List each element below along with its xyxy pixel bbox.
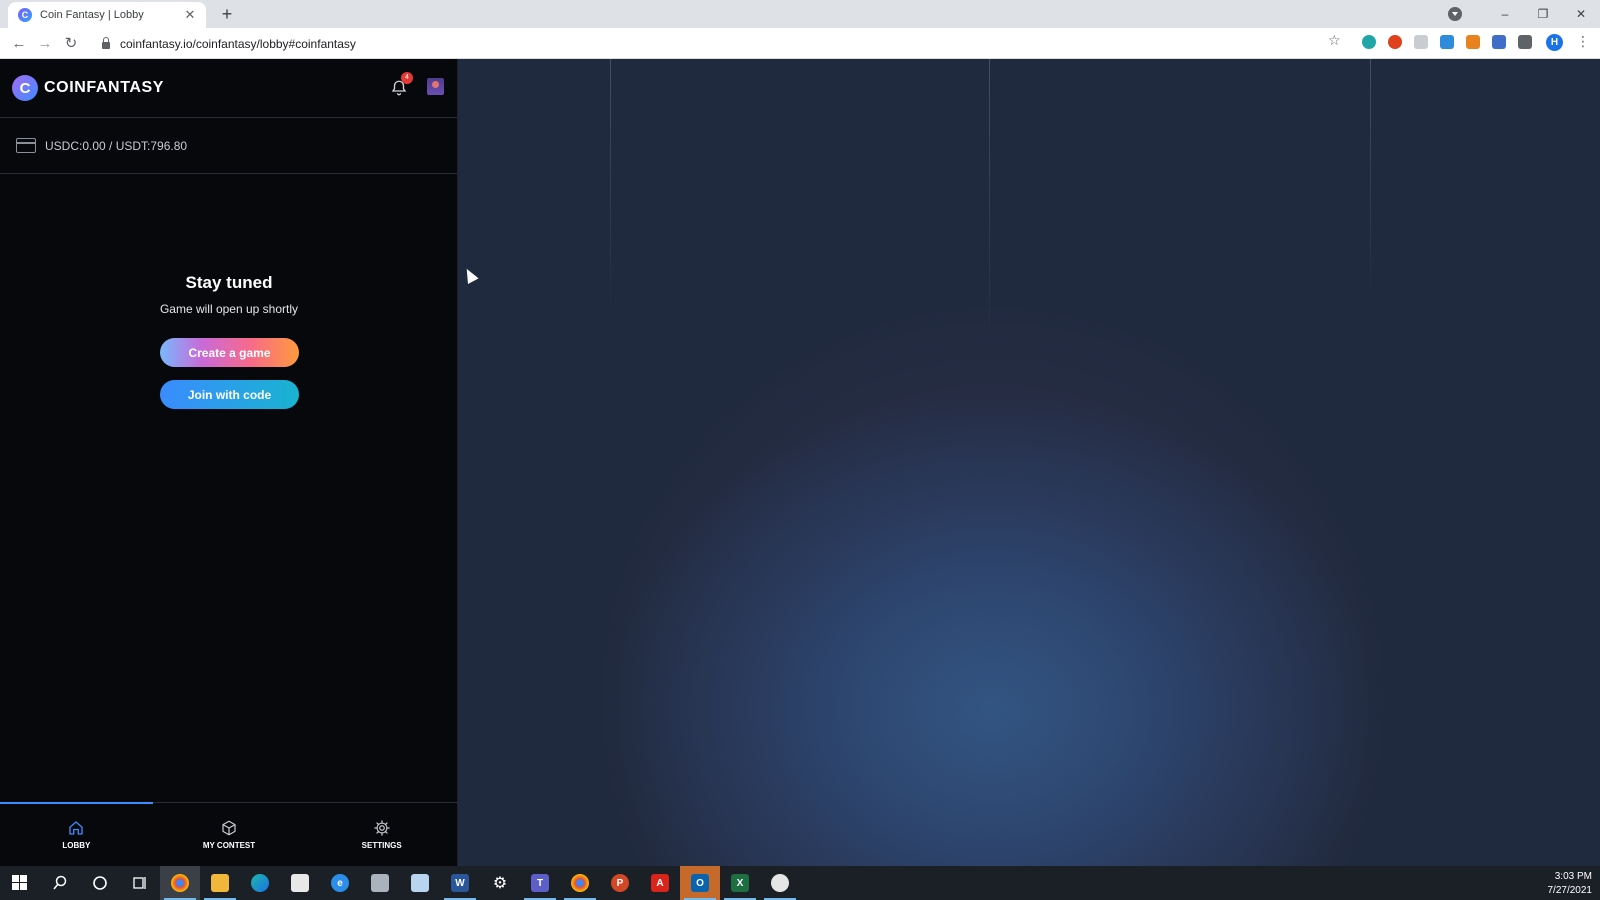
notes-app-icon[interactable] (400, 866, 440, 900)
cortana-icon[interactable] (80, 866, 120, 900)
home-icon (69, 821, 84, 835)
stay-tuned-heading: Stay tuned (185, 273, 273, 292)
tab-title: Coin Fantasy | Lobby (40, 9, 144, 21)
acrobat-icon[interactable]: A (640, 866, 680, 900)
internet-explorer-icon[interactable]: e (320, 866, 360, 900)
grey-extension-icon[interactable] (1414, 35, 1428, 49)
app-header: C COINFANTASY 4 (0, 59, 457, 118)
search-icon[interactable] (40, 866, 80, 900)
tab-search-icon[interactable] (1448, 7, 1462, 21)
extensions-puzzle-icon[interactable] (1518, 35, 1532, 49)
address-bar[interactable]: coinfantasy.io/coinfantasy/lobby#coinfan… (94, 31, 1344, 56)
nav-settings-label: SETTINGS (361, 841, 402, 850)
join-with-code-button[interactable]: Join with code (160, 380, 299, 409)
create-game-button[interactable]: Create a game (160, 338, 299, 367)
nav-lobby[interactable]: LOBBY (0, 802, 153, 866)
excel-icon[interactable]: X (720, 866, 760, 900)
cube-icon (222, 820, 236, 836)
nav-settings[interactable]: SETTINGS (305, 803, 458, 866)
background-glow (458, 59, 1600, 866)
user-avatar[interactable] (427, 78, 444, 95)
grammarly-extension-icon[interactable] (1362, 35, 1376, 49)
outlook-icon[interactable]: O (680, 866, 720, 900)
background-light-streak (610, 59, 611, 319)
browser-tab[interactable]: C Coin Fantasy | Lobby ✕ (8, 2, 206, 28)
file-explorer-icon[interactable] (200, 866, 240, 900)
gear-icon (373, 820, 390, 836)
window-controls: – ❐ ✕ (1448, 0, 1600, 28)
edge-icon[interactable] (240, 866, 280, 900)
opera-extension-icon[interactable] (1388, 35, 1402, 49)
clock-date: 7/27/2021 (1547, 885, 1593, 896)
chrome-taskbar-icon[interactable] (160, 866, 200, 900)
stay-tuned-subtext: Game will open up shortly (159, 302, 299, 316)
background-light-streak (989, 59, 990, 349)
store-icon[interactable] (280, 866, 320, 900)
chrome-profile-icon[interactable] (560, 866, 600, 900)
browser-menu-icon[interactable]: ⋮ (1576, 33, 1590, 50)
browser-toolbar: ← → ↻ coinfantasy.io/coinfantasy/lobby#c… (0, 28, 1600, 59)
grid-extension-icon[interactable] (1492, 35, 1506, 49)
nav-lobby-label: LOBBY (62, 841, 91, 850)
app-root: C COINFANTASY 4 USDC:0.00 / USDT:796.80 … (0, 59, 1600, 866)
word-icon[interactable]: W (440, 866, 480, 900)
teams-icon[interactable]: T (520, 866, 560, 900)
coinfantasy-logo-icon[interactable]: C (12, 75, 38, 101)
nav-my-contest[interactable]: MY CONTEST (153, 803, 306, 866)
windows-start-icon[interactable] (0, 866, 40, 900)
balance-text: USDC:0.00 / USDT:796.80 (45, 138, 188, 153)
lock-icon (102, 36, 110, 49)
lobby-empty-state: Stay tuned Game will open up shortly Cre… (0, 273, 458, 409)
minimize-button[interactable]: – (1486, 7, 1524, 21)
wallet-icon (16, 138, 36, 153)
profile-avatar[interactable]: H (1546, 34, 1563, 51)
new-tab-button[interactable]: + (216, 3, 238, 25)
clock-time: 3:03 PM (1554, 871, 1592, 882)
nav-my-contest-label: MY CONTEST (202, 841, 256, 850)
browser-tab-bar: C Coin Fantasy | Lobby ✕ + – ❐ ✕ (0, 0, 1600, 28)
app-icon-grey[interactable] (360, 866, 400, 900)
windows-taskbar: e W ⚙ T P A O X 3:03 PM 7/27/2021 (0, 866, 1600, 900)
powerpoint-icon[interactable]: P (600, 866, 640, 900)
bottom-navigation: LOBBY MY CONTEST SETTINGS (0, 802, 458, 866)
restore-button[interactable]: ❐ (1524, 7, 1562, 21)
wallet-balance-bar: USDC:0.00 / USDT:796.80 (0, 118, 457, 174)
sidebar: C COINFANTASY 4 USDC:0.00 / USDT:796.80 … (0, 59, 458, 866)
notification-count-badge: 4 (401, 72, 413, 84)
bookmark-star-icon[interactable]: ☆ (1328, 32, 1341, 49)
brand-name[interactable]: COINFANTASY (44, 79, 164, 97)
metamask-extension-icon[interactable] (1466, 35, 1480, 49)
back-arrow-icon[interactable]: ← (6, 30, 32, 56)
url-text: coinfantasy.io/coinfantasy/lobby#coinfan… (120, 36, 356, 51)
reload-icon[interactable]: ↻ (58, 30, 84, 56)
system-clock[interactable]: 3:03 PM 7/27/2021 (1548, 870, 1593, 898)
background-light-streak (1370, 59, 1371, 309)
site-favicon-icon: C (18, 8, 32, 22)
close-window-button[interactable]: ✕ (1562, 7, 1600, 21)
game-canvas-area[interactable] (458, 59, 1600, 866)
task-view-icon[interactable] (120, 866, 160, 900)
tab-close-icon[interactable]: ✕ (182, 7, 198, 23)
app-icon-cloud[interactable] (760, 866, 800, 900)
forward-arrow-icon[interactable]: → (32, 30, 58, 56)
settings-gear-icon[interactable]: ⚙ (480, 866, 520, 900)
windows-extension-icon[interactable] (1440, 35, 1454, 49)
